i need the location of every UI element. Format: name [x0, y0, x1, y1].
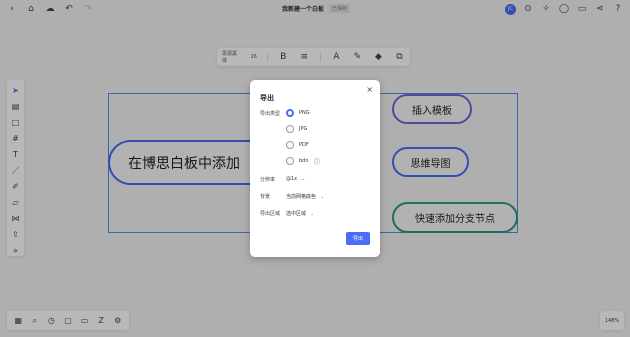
chevron-down-icon: ⌄ — [320, 193, 325, 200]
radio-pdf[interactable] — [286, 141, 294, 149]
resolution-value: @1x — [286, 176, 298, 182]
option-label: PDF — [299, 142, 309, 148]
close-icon[interactable]: × — [366, 85, 373, 94]
background-value: 当前网格底色 — [286, 194, 317, 200]
option-bdn[interactable]: bdn ⓘ — [286, 157, 321, 166]
option-png[interactable]: PNG — [286, 109, 310, 117]
background-label: 背景 — [260, 194, 271, 200]
radio-png[interactable] — [286, 109, 294, 117]
option-pdf[interactable]: PDF — [286, 141, 309, 149]
chevron-down-icon: ⌄ — [310, 210, 315, 217]
export-type-label: 导出类型 — [260, 111, 281, 117]
radio-bdn[interactable] — [286, 157, 294, 165]
option-label: PNG — [299, 110, 310, 116]
export-button[interactable]: 导出 — [346, 232, 370, 245]
dialog-title: 导出 — [260, 94, 274, 102]
chevron-down-icon: ⌄ — [301, 176, 306, 182]
export-dialog: × 导出 导出类型 PNG JPG PDF bdn ⓘ 分辨率 @1x ⌄ 背景… — [250, 80, 380, 257]
option-label: JPG — [299, 126, 308, 132]
option-jpg[interactable]: JPG — [286, 125, 307, 133]
option-label: bdn — [299, 158, 309, 164]
export-range-label: 导出区域 — [260, 211, 281, 217]
range-value: 选中区域 — [286, 211, 307, 217]
export-range-select[interactable]: 选中区域 ⌄ — [286, 210, 315, 218]
resolution-label: 分辨率 — [260, 177, 276, 183]
info-icon[interactable]: ⓘ — [314, 158, 321, 166]
radio-jpg[interactable] — [286, 125, 294, 133]
resolution-select[interactable]: @1x ⌄ — [286, 176, 305, 182]
background-select[interactable]: 当前网格底色 ⌄ — [286, 193, 325, 201]
